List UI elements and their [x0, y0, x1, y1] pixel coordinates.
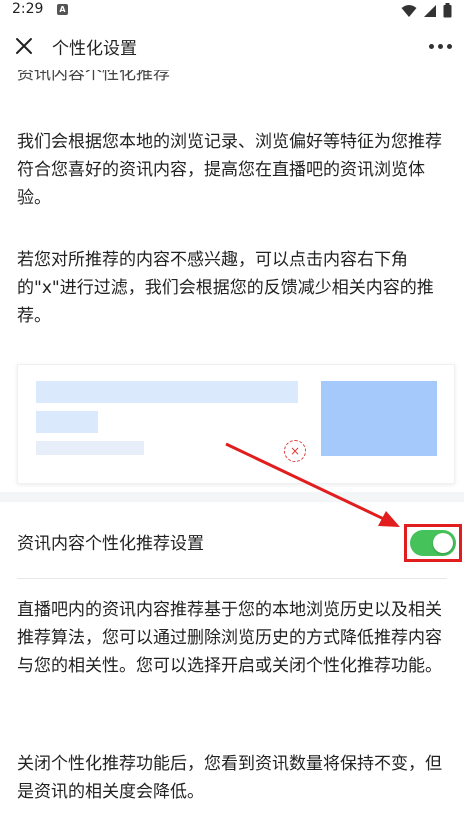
placeholder-thumbnail	[321, 381, 437, 456]
row-divider	[17, 578, 447, 579]
section-divider	[0, 492, 464, 502]
placeholder-meta-bar	[36, 441, 144, 455]
more-icon-dot	[428, 43, 434, 49]
app-bar: 个性化设置	[0, 22, 464, 70]
close-button[interactable]	[10, 32, 38, 60]
page-title: 个性化设置	[52, 39, 137, 59]
description-paragraph-3: 直播吧内的资讯内容推荐基于您的本地浏览历史以及相关推荐算法，您可以通过删除浏览历…	[17, 600, 442, 676]
description-paragraph-1: 我们会根据您本地的浏览记录、浏览偏好等特征为您推荐符合您喜好的资讯内容，提高您在…	[17, 132, 442, 208]
more-icon-dot	[446, 43, 452, 49]
placeholder-title-bar	[36, 381, 298, 403]
notification-icon: A	[57, 4, 68, 15]
section-heading: 资讯内容个性化推荐	[17, 70, 170, 84]
feedback-illustration: ×	[17, 364, 455, 484]
placeholder-subtitle-bar	[36, 411, 98, 433]
content-scroll[interactable]: 资讯内容个性化推荐 我们会根据您本地的浏览记录、浏览偏好等特征为您推荐符合您喜好…	[0, 70, 464, 835]
more-button[interactable]	[426, 34, 454, 58]
status-icons	[401, 3, 452, 18]
status-bar: 2:29 A	[0, 0, 464, 22]
battery-icon	[443, 3, 452, 18]
recommendation-toggle[interactable]	[410, 530, 456, 556]
signal-icon	[424, 4, 436, 17]
toggle-highlight-box	[404, 524, 462, 562]
wifi-icon	[401, 4, 417, 17]
more-icon-dot	[437, 43, 443, 49]
description-paragraph-2: 若您对所推荐的内容不感兴趣，可以点击内容右下角的"x"进行过滤，我们会根据您的反…	[17, 250, 434, 326]
close-icon	[16, 38, 32, 54]
setting-label: 资讯内容个性化推荐设置	[17, 534, 204, 554]
personalized-recommendation-setting: 资讯内容个性化推荐设置	[0, 502, 464, 578]
description-paragraph-4: 关闭个性化推荐功能后，您看到资讯数量将保持不变，但是资讯的相关度会降低。	[17, 754, 442, 802]
dismiss-x-icon: ×	[284, 440, 306, 462]
status-time: 2:29	[12, 1, 44, 17]
toggle-knob	[433, 533, 453, 553]
